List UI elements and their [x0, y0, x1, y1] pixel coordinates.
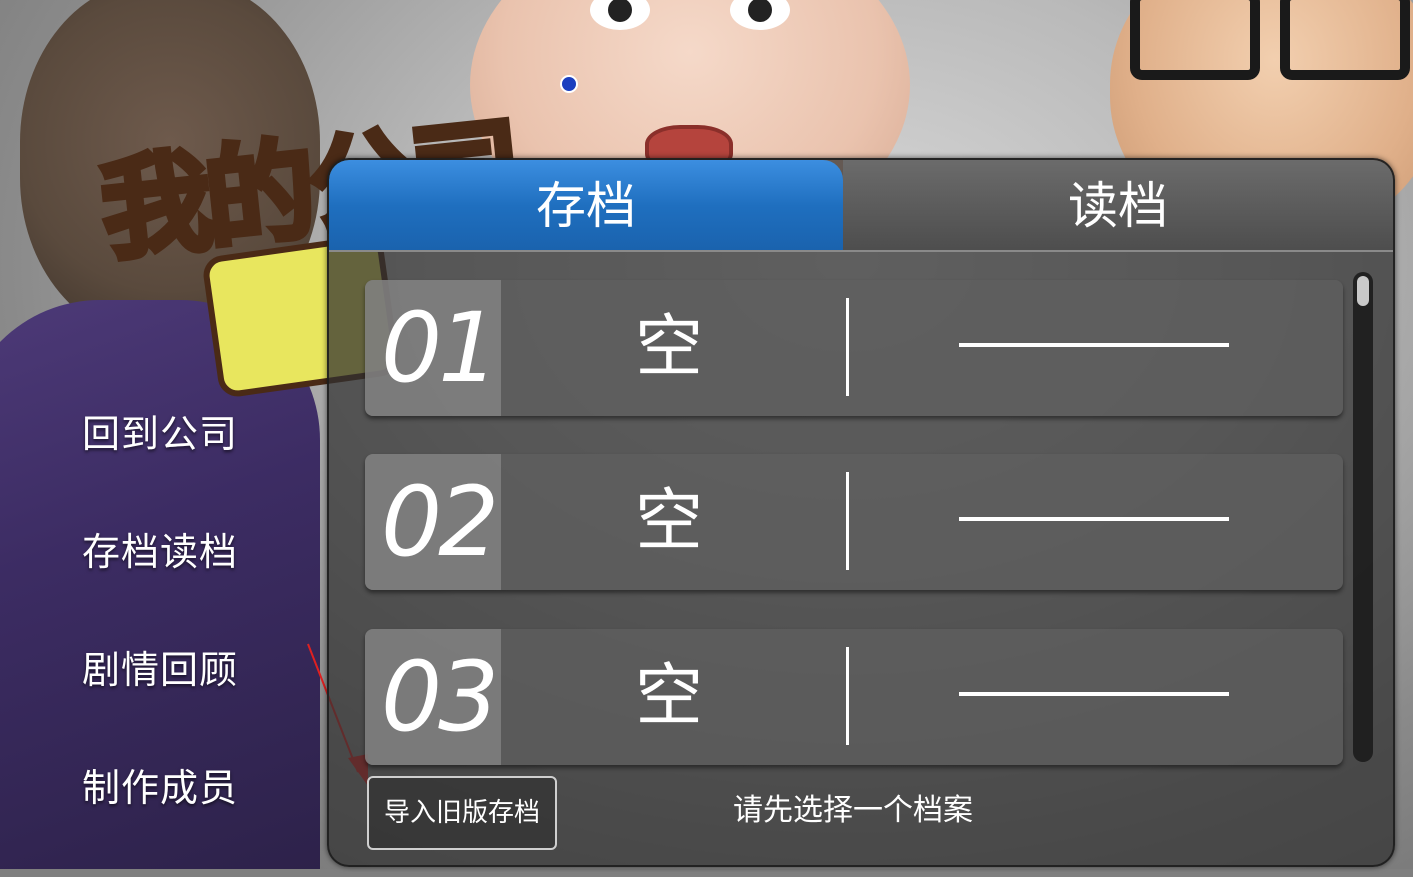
glasses-left	[1130, 0, 1260, 80]
slot-empty-dash	[959, 517, 1229, 521]
slot-divider	[846, 298, 849, 396]
menu-item-story-review[interactable]: 剧情回顾	[82, 641, 238, 759]
slot-list-scrollbar[interactable]	[1353, 272, 1373, 762]
slot-divider	[846, 647, 849, 745]
glasses-right	[1280, 0, 1410, 80]
slot-number: 01	[365, 280, 501, 416]
pupil	[608, 0, 632, 22]
slot-empty-dash	[959, 343, 1229, 347]
pin-icon	[560, 75, 578, 93]
side-menu: 回到公司 存档读档 剧情回顾 制作成员	[82, 405, 238, 877]
tab-bar: 存档 读档	[329, 160, 1393, 252]
slot-number: 03	[365, 629, 501, 765]
slot-number: 02	[365, 454, 501, 590]
import-old-save-button[interactable]: 导入旧版存档	[367, 776, 557, 850]
menu-item-credits[interactable]: 制作成员	[82, 759, 238, 877]
pupil	[748, 0, 772, 22]
slot-status: 空	[635, 482, 704, 561]
slot-status: 空	[635, 657, 704, 736]
slot-status: 空	[635, 308, 704, 387]
save-slot-02[interactable]: 02 空	[365, 454, 1343, 590]
save-load-panel: 存档 读档 01 空 02 空 03 空 导入旧版存档 请先选择一个档案	[327, 158, 1395, 867]
slot-divider	[846, 472, 849, 570]
select-slot-hint: 请先选择一个档案	[733, 793, 973, 828]
eye-left	[590, 0, 650, 30]
tab-save[interactable]: 存档	[329, 160, 843, 252]
tab-load[interactable]: 读档	[843, 160, 1393, 252]
tab-divider	[329, 250, 1393, 252]
save-slot-01[interactable]: 01 空	[365, 280, 1343, 416]
scrollbar-thumb[interactable]	[1357, 276, 1369, 306]
slot-empty-dash	[959, 692, 1229, 696]
eye-right	[730, 0, 790, 30]
menu-item-return-company[interactable]: 回到公司	[82, 405, 238, 523]
save-slot-03[interactable]: 03 空	[365, 629, 1343, 765]
menu-item-save-load[interactable]: 存档读档	[82, 523, 238, 641]
